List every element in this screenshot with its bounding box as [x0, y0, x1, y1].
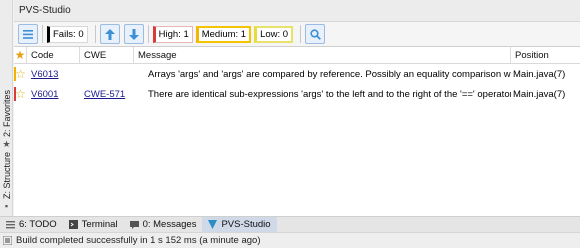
pvs-studio-tab-label: PVS-Studio: [221, 219, 271, 230]
cwe-link[interactable]: CWE-571: [84, 89, 125, 100]
terminal-tab[interactable]: Terminal: [63, 217, 124, 232]
messages-icon: [129, 221, 139, 229]
table-row[interactable]: ☆ V6001 CWE-571 There are identical sub-…: [14, 84, 580, 104]
favorite-column-header[interactable]: ★: [14, 47, 27, 63]
toolbar: Fails: 0 High: 1 Medium: 1 Low: 0: [14, 22, 580, 47]
structure-tab-label: Z: Structure: [1, 152, 12, 200]
favorites-tab-label: 2: Favorites: [1, 90, 12, 138]
todo-tab-label: 6: TODO: [19, 219, 57, 230]
star-icon: ★: [14, 48, 26, 62]
low-filter-button[interactable]: Low: 0: [254, 25, 294, 43]
star-icon: ★: [2, 139, 11, 150]
star-outline-icon: ☆: [15, 68, 26, 80]
position-cell[interactable]: Main.java(7): [511, 69, 580, 80]
message-text: Arrays 'args' and 'args' are compared by…: [148, 68, 511, 80]
messages-tab-label: 0: Messages: [142, 219, 197, 230]
pvs-studio-icon: [208, 220, 218, 229]
medium-filter-button[interactable]: Medium: 1: [195, 25, 252, 43]
toolbar-separator: [94, 25, 96, 43]
pvs-studio-tab[interactable]: PVS-Studio: [202, 217, 277, 232]
panel-title-bar: PVS-Studio: [14, 0, 580, 22]
code-column-label: Code: [31, 49, 54, 61]
message-column-label: Message: [138, 49, 177, 61]
messages-tab[interactable]: 0: Messages: [124, 217, 203, 232]
panel-title: PVS-Studio: [19, 5, 71, 16]
status-bar: Build completed successfully in 1 s 152 …: [0, 232, 580, 248]
high-label: High: 1: [158, 28, 189, 40]
status-text: Build completed successfully in 1 s 152 …: [16, 235, 261, 246]
terminal-icon: [68, 220, 78, 229]
code-cell[interactable]: V6013: [27, 69, 80, 80]
ide-window: 2: Favorites ★ Z: Structure ▪ PVS-Studio…: [0, 0, 580, 248]
code-cell[interactable]: V6001: [27, 89, 80, 100]
position-text: Main.java(7): [513, 68, 566, 80]
star-outline-icon: ☆: [15, 88, 26, 100]
cwe-column-label: CWE: [84, 49, 107, 61]
favorites-tab[interactable]: 2: Favorites ★: [0, 90, 13, 149]
severity-marker-high: [14, 87, 16, 101]
left-tool-strip: 2: Favorites ★ Z: Structure ▪: [0, 0, 13, 216]
cwe-cell[interactable]: CWE-571: [80, 89, 134, 100]
message-cell: There are identical sub-expressions 'arg…: [134, 89, 511, 100]
toolbar-separator: [147, 25, 149, 43]
toolbar-separator: [300, 25, 302, 43]
severity-marker-medium: [14, 67, 16, 81]
medium-label: Medium: 1: [201, 28, 247, 40]
cwe-column-header[interactable]: CWE: [80, 47, 134, 63]
message-text: There are identical sub-expressions 'arg…: [148, 88, 511, 100]
build-status-icon[interactable]: [3, 236, 12, 245]
code-link[interactable]: V6013: [31, 69, 58, 80]
low-label: Low: 0: [260, 28, 289, 40]
hamburger-menu-icon[interactable]: [18, 24, 38, 44]
magnifier-icon[interactable]: [305, 24, 326, 44]
arrow-up-icon[interactable]: [99, 24, 120, 44]
position-text: Main.java(7): [513, 88, 566, 100]
high-filter-button[interactable]: High: 1: [152, 25, 193, 43]
position-cell[interactable]: Main.java(7): [511, 89, 580, 100]
code-link[interactable]: V6001: [31, 89, 58, 100]
todo-tab[interactable]: 6: TODO: [0, 217, 63, 232]
position-column-label: Position: [515, 49, 549, 61]
terminal-tab-label: Terminal: [81, 219, 118, 230]
bottom-tool-tabs: 6: TODO Terminal 0: Messages PVS-Studio: [0, 216, 580, 232]
position-column-header[interactable]: Position: [511, 47, 580, 63]
message-column-header[interactable]: Message: [134, 47, 511, 63]
toolbar-separator: [42, 25, 43, 43]
code-column-header[interactable]: Code: [27, 47, 80, 63]
list-icon: [6, 221, 15, 229]
fails-counter[interactable]: Fails: 0: [47, 25, 88, 43]
message-cell: Arrays 'args' and 'args' are compared by…: [134, 69, 511, 80]
pvs-studio-panel: PVS-Studio Fails: 0 High: 1 Medium: 1 Lo…: [14, 0, 580, 216]
structure-tab[interactable]: Z: Structure ▪: [0, 152, 13, 211]
table-row[interactable]: ☆ V6013 Arrays 'args' and 'args' are com…: [14, 64, 580, 84]
fails-label: Fails: 0: [53, 28, 84, 40]
structure-icon: ▪: [4, 201, 9, 212]
table-header: ★ Code CWE Message Position: [14, 47, 580, 64]
arrow-down-icon[interactable]: [123, 24, 144, 44]
